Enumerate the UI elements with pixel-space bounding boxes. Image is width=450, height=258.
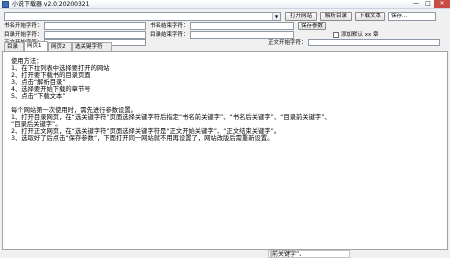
toc-end-label: 目录结束字符： [150, 32, 189, 38]
help-line: 5、点击“下载文本” [11, 93, 66, 100]
help-line: 每个网站第一次使用时，需先进行参数设置。 [11, 107, 137, 114]
window-title: 小说下载器 v2.0.20200321 [12, 1, 90, 8]
book-start-input[interactable] [44, 22, 146, 30]
minimize-button[interactable]: — [410, 0, 422, 8]
save-params-button[interactable]: 保存参数 [298, 22, 326, 30]
help-line: 1、打开目录网页，在“选关键字符”页面选择关键字符后指定“书名前关键字”、“书名… [11, 114, 331, 121]
help-line: 3、选取好了后点击“保存参数”，下面打开同一网站就不用再设置了，网站改版后需重新… [11, 135, 274, 142]
help-line: 1、在下拉列表中选择要打开的网站 [11, 65, 110, 72]
help-line: 使用方法： [11, 58, 43, 65]
help-line: 2、打开正文网页，在“选关键字符”页面选择关键字符是“正文开始关键字”、“正文结… [11, 128, 281, 135]
parse-toc-button[interactable]: 解析目录 [320, 12, 352, 21]
site-url-combobox[interactable]: ▼ [4, 12, 281, 21]
tab-toc[interactable]: 目录 [4, 42, 24, 51]
add-chapter-label: 添加默认 xx 章 [341, 32, 379, 38]
title-bar: 小说下载器 v2.0.20200321 — □ ✕ [0, 0, 450, 9]
download-text-button[interactable]: 下载文本 [355, 12, 385, 21]
chevron-down-icon[interactable]: ▼ [272, 13, 280, 20]
maximize-button[interactable]: □ [422, 0, 434, 8]
status-text: |前关键字”、 [270, 251, 306, 258]
toc-end-input[interactable] [190, 31, 294, 39]
app-icon [2, 1, 9, 8]
toc-start-label: 目录开始字符： [4, 32, 43, 38]
help-line: 4、选择要开始下载的章节号 [11, 86, 91, 93]
book-end-label: 书名结束字符： [150, 23, 189, 29]
help-line: 2、打开要下载书的目录页面 [11, 72, 91, 79]
help-line: “目录后关键字”。 [11, 121, 62, 128]
help-line: 3、点击“解析目录” [11, 79, 66, 86]
help-text-area[interactable]: 使用方法： 1、在下拉列表中选择要打开的网站 2、打开要下载书的目录页面 3、点… [2, 51, 448, 250]
tab-webpage-2[interactable]: 网页2 [48, 42, 72, 51]
tab-strip: 目录 网页1 网页2 选关键字符 [2, 41, 448, 51]
tab-select-keywords[interactable]: 选关键字符 [72, 42, 112, 51]
tab-webpage-1[interactable]: 网页1 [24, 41, 48, 51]
save-path-field[interactable]: 保存... [388, 12, 436, 21]
add-chapter-checkbox[interactable] [333, 32, 339, 38]
toc-start-input[interactable] [44, 31, 146, 39]
open-site-button[interactable]: 打开网站 [285, 12, 317, 21]
book-end-input[interactable] [190, 22, 294, 30]
book-start-label: 书名开始字符： [4, 23, 43, 29]
close-button[interactable]: ✕ [434, 0, 450, 8]
